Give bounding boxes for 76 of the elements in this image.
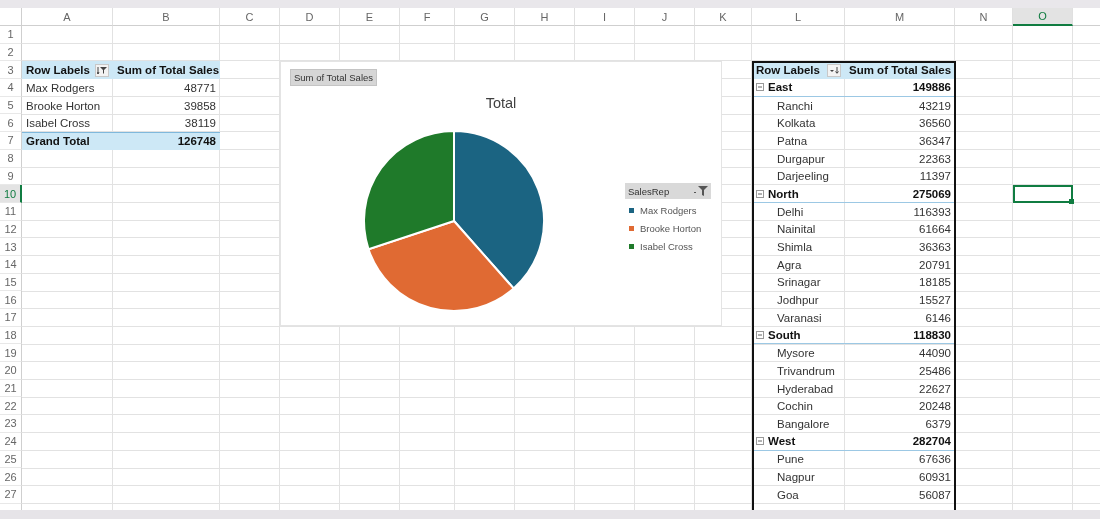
table-cell-text: Patna	[776, 133, 809, 149]
column-header[interactable]: O	[1013, 8, 1073, 26]
table-cell-text: Isabel Cross	[25, 116, 91, 132]
table-cell-text: Delhi	[776, 204, 805, 220]
table-cell-text: 22363	[918, 151, 952, 167]
table-cell-text: 38119	[183, 116, 217, 132]
table-cell-text: 48771	[183, 80, 217, 96]
table-cell-text: Varanasi	[776, 310, 823, 326]
chart-title: Total	[485, 95, 517, 112]
table-cell-text: 25486	[918, 363, 952, 379]
table-cell-text: 6379	[924, 416, 952, 432]
collapse-icon[interactable]	[756, 83, 764, 92]
scroll-bar[interactable]	[0, 510, 1100, 519]
legend-label: Isabel Cross	[640, 241, 693, 253]
group-total: 149886	[845, 79, 955, 97]
table-cell-text: 43219	[918, 98, 952, 114]
table-cell-text: Cochin	[776, 399, 814, 415]
grand-total-value: 126748	[113, 132, 220, 150]
table-cell-text: 67636	[918, 452, 952, 468]
table-cell-text: Pune	[776, 452, 805, 468]
table-cell-text: 44090	[918, 346, 952, 362]
header-label: Sum of Total Sales	[113, 61, 220, 80]
table-cell-text: Goa	[776, 487, 800, 503]
table-cell-text: 22627	[918, 381, 952, 397]
table-cell-text: Ranchi	[776, 98, 814, 114]
table-cell-text: 61664	[918, 222, 952, 238]
header-label: Row Labels	[26, 64, 90, 77]
collapse-icon[interactable]	[756, 331, 764, 340]
collapse-icon[interactable]	[756, 437, 764, 446]
table-cell-text: Hyderabad	[776, 381, 835, 397]
table-cell-text: 56087	[918, 487, 952, 503]
table-cell-text: Max Rodgers	[25, 80, 96, 96]
table-cell-text: 20791	[918, 257, 952, 273]
table-cell-text: Shimla	[776, 240, 814, 256]
legend-label: Brooke Horton	[640, 223, 702, 235]
table-cell-text: 18185	[918, 275, 952, 291]
table-cell-text: Srinagar	[776, 275, 822, 291]
table-cell-text: Trivandrum	[776, 363, 836, 379]
cell-cursor	[1013, 185, 1073, 203]
filter-icon[interactable]	[694, 186, 708, 197]
table-cell-text: 39858	[183, 98, 217, 114]
table-cell-text: 36363	[918, 240, 952, 256]
group-label: West	[768, 435, 796, 448]
header-label: Row Labels	[756, 64, 820, 77]
table-cell-text: 116393	[912, 204, 952, 220]
table-cell-text: Kolkata	[776, 116, 817, 132]
table-cell-text: Nainital	[776, 222, 817, 238]
table-cell-text: Agra	[776, 257, 803, 273]
filter-button[interactable]	[95, 63, 109, 77]
group-total: 282704	[845, 432, 955, 451]
table-cell-text: 11397	[918, 169, 952, 185]
table-cell-text: 60931	[918, 470, 952, 486]
field-button[interactable]: Sum of Total Sales	[290, 69, 378, 87]
group-label: East	[768, 81, 793, 94]
table-cell-text: 36560	[918, 116, 952, 132]
group-label: South	[768, 329, 801, 342]
table-cell-text: 15527	[918, 293, 952, 309]
legend-label: Max Rodgers	[640, 205, 697, 217]
table-cell-text: 6146	[924, 310, 952, 326]
table-cell-text: Darjeeling	[776, 169, 830, 185]
table-cell-text: 36347	[918, 133, 952, 149]
row-header[interactable]: 10	[0, 185, 22, 203]
table-cell-text: Mysore	[776, 346, 816, 362]
group-total: 275069	[845, 185, 955, 203]
group-label: North	[768, 187, 799, 200]
table-cell-text: 20248	[918, 399, 952, 415]
table-cell-text: Jodhpur	[776, 293, 820, 309]
legend-title: SalesRep	[628, 185, 670, 197]
collapse-icon[interactable]	[756, 189, 764, 198]
sort-button[interactable]	[827, 63, 841, 77]
table-cell-text: Nagpur	[776, 470, 816, 486]
grand-total-label: Grand Total	[22, 132, 113, 150]
table-cell-text: Durgapur	[776, 151, 826, 167]
table-cell-text: Bangalore	[776, 416, 831, 432]
group-total: 118830	[845, 326, 955, 345]
table-cell-text: Brooke Horton	[25, 98, 102, 114]
